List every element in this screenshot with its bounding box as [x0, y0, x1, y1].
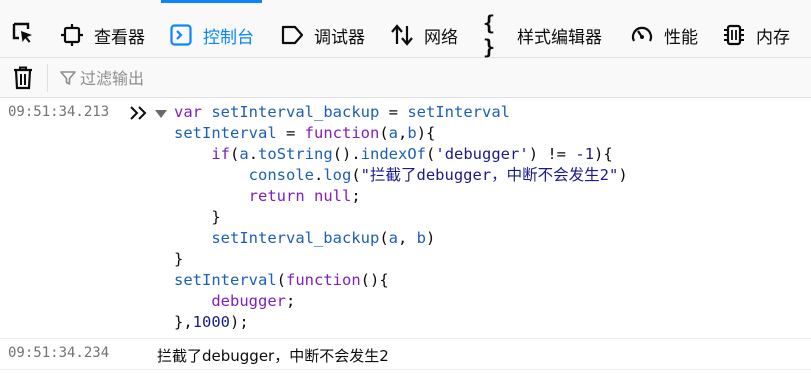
- gauge-icon: [630, 23, 654, 47]
- element-picker-button[interactable]: [0, 14, 46, 52]
- devtools-tabbar: 查看器 控制台 调试器 网络 { } 样式编辑器 性能 内存: [0, 0, 811, 59]
- tab-network-label: 网络: [424, 27, 458, 48]
- filter-output-input[interactable]: [80, 68, 350, 88]
- message-timestamp: 09:51:34.234: [8, 345, 110, 361]
- tab-style-editor[interactable]: { } 样式编辑器: [483, 11, 602, 59]
- collapse-toggle-icon[interactable]: [155, 109, 167, 119]
- tab-inspector[interactable]: 查看器: [60, 12, 145, 58]
- tab-performance[interactable]: 性能: [630, 12, 698, 58]
- tab-console-label: 控制台: [203, 27, 254, 48]
- log-message-text: 拦截了debugger，中断不会发生2: [157, 347, 389, 365]
- tab-style-editor-label: 样式编辑器: [517, 27, 602, 48]
- console-log-entry: 09:51:34.234 拦截了debugger，中断不会发生2: [0, 340, 811, 370]
- console-input-entry: 09:51:34.213 var setInterval_backup = se…: [0, 99, 811, 339]
- tab-debugger[interactable]: 调试器: [280, 12, 365, 58]
- code-line: setInterval = function(a,b){: [174, 124, 436, 142]
- code-line: console.log("拦截了debugger，中断不会发生2"): [248, 166, 628, 184]
- tab-performance-label: 性能: [664, 27, 698, 48]
- code-line: }: [174, 208, 221, 226]
- message-timestamp: 09:51:34.213: [8, 104, 110, 120]
- console-output: 09:51:34.213 var setInterval_backup = se…: [0, 99, 811, 373]
- tab-console[interactable]: 控制台: [161, 0, 262, 58]
- code-line: },1000);: [174, 313, 249, 331]
- filter-funnel-icon: [60, 71, 76, 85]
- tab-inspector-label: 查看器: [94, 27, 145, 48]
- code-line: if(a.toString().indexOf('debugger') != -…: [211, 145, 613, 163]
- tab-memory-label: 内存: [756, 27, 790, 48]
- code-line: }: [174, 250, 184, 268]
- filter-box[interactable]: [60, 64, 360, 92]
- element-picker-icon: [12, 22, 32, 43]
- code-line: setInterval(function(){: [174, 271, 389, 289]
- inspector-icon: [60, 23, 84, 47]
- network-arrows-icon: [390, 23, 414, 47]
- code-block: var setInterval_backup = setInterval setI…: [174, 102, 628, 333]
- input-prompt-icon: [130, 103, 148, 123]
- clear-console-button[interactable]: [11, 65, 35, 91]
- code-line: var setInterval_backup = setInterval: [174, 103, 510, 121]
- code-line: return null;: [248, 187, 361, 205]
- tab-debugger-label: 调试器: [314, 27, 365, 48]
- code-line: debugger;: [211, 292, 296, 310]
- tab-memory[interactable]: 内存: [722, 12, 790, 58]
- trash-icon: [14, 66, 32, 90]
- braces-icon: { }: [483, 11, 496, 59]
- chip-icon: [722, 23, 746, 47]
- code-line: setInterval_backup(a, b): [211, 229, 436, 247]
- debugger-icon: [280, 23, 304, 47]
- console-toolbar: [0, 58, 811, 98]
- console-icon: [169, 23, 193, 47]
- toolbar-divider: [47, 64, 48, 92]
- tab-network[interactable]: 网络: [390, 12, 458, 58]
